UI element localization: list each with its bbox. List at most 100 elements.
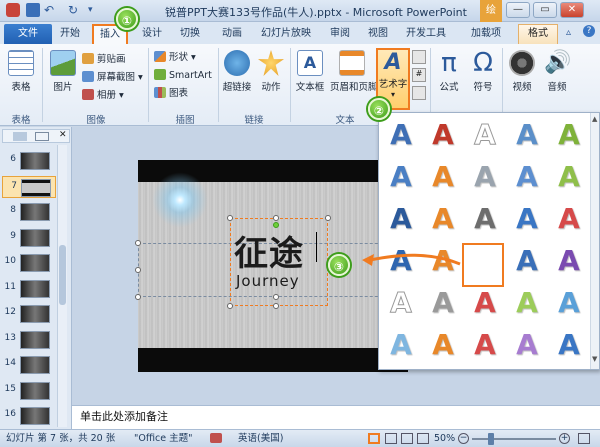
resize-handle[interactable] (325, 215, 331, 221)
tab-slideshow[interactable]: 幻灯片放映 (258, 25, 314, 43)
tab-transitions[interactable]: 切换 (176, 25, 204, 43)
sorter-view-icon[interactable] (385, 433, 397, 444)
rotate-handle[interactable] (273, 222, 279, 228)
wordart-style-option[interactable]: A (424, 284, 462, 322)
tab-file[interactable]: 文件 (4, 24, 52, 44)
date-time-icon[interactable] (412, 50, 426, 64)
slide-subtitle[interactable]: Journey (236, 272, 300, 290)
pane-scrollbar[interactable] (57, 145, 67, 427)
slide-thumbnail-item[interactable]: 7 (2, 175, 56, 198)
wordart-style-option[interactable]: A (466, 116, 504, 154)
wordart-style-option[interactable]: A (424, 158, 462, 196)
equation-button[interactable]: π 公式 (432, 48, 466, 108)
close-pane-icon[interactable]: ✕ (59, 130, 67, 140)
wordart-style-option[interactable]: A (424, 326, 462, 364)
picture-button[interactable]: 图片 (46, 48, 80, 108)
wordart-style-option[interactable]: A (550, 242, 588, 280)
tab-animations[interactable]: 动画 (218, 25, 246, 43)
wordart-style-option[interactable]: A (550, 200, 588, 238)
tab-format[interactable]: 格式 (518, 24, 558, 44)
resize-handle[interactable] (135, 267, 141, 273)
header-footer-button[interactable]: 页眉和页脚 (330, 48, 378, 108)
wordart-style-option[interactable]: A (508, 326, 546, 364)
chart-button[interactable]: 图表 (154, 86, 188, 102)
save-icon[interactable] (26, 3, 40, 17)
pane-scroll-thumb[interactable] (59, 245, 66, 305)
resize-handle[interactable] (273, 294, 279, 300)
audio-button[interactable]: 🔊 音频 (540, 48, 574, 108)
wordart-style-option[interactable]: A (382, 158, 420, 196)
slideshow-view-icon[interactable] (417, 433, 429, 444)
resize-handle[interactable] (135, 294, 141, 300)
slide-thumbnail-item[interactable]: 9 (2, 227, 56, 249)
customize-qat-icon[interactable]: ▾ (88, 3, 102, 17)
scroll-up-icon[interactable]: ▲ (592, 115, 597, 123)
wordart-style-option[interactable]: A (508, 158, 546, 196)
zoom-slider-thumb[interactable] (488, 433, 494, 445)
clipart-button[interactable]: 剪贴画 (82, 52, 126, 68)
resize-handle[interactable] (227, 303, 233, 309)
zoom-slider[interactable] (472, 438, 556, 440)
minimize-button[interactable]: — (506, 2, 530, 18)
wordart-style-option[interactable]: A (508, 116, 546, 154)
slide-thumbnail-item[interactable]: 8 (2, 201, 56, 223)
wordart-style-option[interactable]: A (508, 284, 546, 322)
restore-button[interactable]: ▭ (533, 2, 557, 18)
tab-addins[interactable]: 加载项 (466, 25, 506, 43)
slides-tab-icon[interactable] (13, 132, 27, 141)
language[interactable]: 英语(美国) (238, 430, 283, 447)
symbol-button[interactable]: Ω 符号 (466, 48, 500, 108)
album-button[interactable]: 相册 ▾ (82, 88, 124, 104)
fit-to-window-icon[interactable] (578, 433, 590, 444)
resize-handle[interactable] (273, 303, 279, 309)
redo-icon[interactable]: ↻ (68, 3, 82, 17)
app-icon[interactable] (6, 3, 20, 17)
textbox-button[interactable]: A 文本框 (293, 48, 327, 108)
resize-handle[interactable] (273, 215, 279, 221)
undo-icon[interactable]: ↶ (44, 3, 58, 17)
reading-view-icon[interactable] (401, 433, 413, 444)
wordart-style-option[interactable]: A (550, 158, 588, 196)
resize-handle[interactable] (135, 240, 141, 246)
tab-home[interactable]: 开始 (54, 25, 86, 43)
wordart-style-option[interactable]: A (382, 326, 420, 364)
slide-thumbnail-item[interactable]: 12 (2, 303, 56, 325)
smartart-button[interactable]: SmartArt (154, 68, 212, 84)
normal-view-icon[interactable] (368, 433, 380, 444)
resize-handle[interactable] (227, 215, 233, 221)
slide-thumbnail-item[interactable]: 6 (2, 150, 56, 172)
gallery-scrollbar[interactable]: ▲ ▼ (590, 113, 599, 369)
shapes-button[interactable]: 形状 ▾ (154, 50, 196, 66)
wordart-style-option[interactable]: A (508, 242, 546, 280)
wordart-style-option[interactable]: A (550, 284, 588, 322)
wordart-style-option[interactable]: A (466, 284, 504, 322)
wordart-style-option[interactable]: A (508, 200, 546, 238)
wordart-style-option[interactable]: A (424, 116, 462, 154)
action-button[interactable]: 动作 (254, 48, 288, 108)
slide-number-icon[interactable]: # (412, 68, 426, 82)
close-button[interactable]: ✕ (560, 2, 584, 18)
wordart-style-option[interactable]: A (382, 200, 420, 238)
wordart-style-option[interactable]: A (382, 116, 420, 154)
wordart-style-option[interactable]: A (550, 326, 588, 364)
outline-tab-icon[interactable] (35, 132, 49, 141)
tab-review[interactable]: 审阅 (326, 25, 354, 43)
slide-title-wordart[interactable]: 征途 (234, 226, 304, 275)
spellcheck-icon[interactable] (210, 433, 222, 443)
wordart-style-option[interactable]: A (466, 158, 504, 196)
wordart-style-option[interactable]: A (466, 200, 504, 238)
wordart-style-option[interactable]: A (550, 116, 588, 154)
zoom-out-icon[interactable]: − (458, 433, 469, 444)
zoom-in-icon[interactable]: + (559, 433, 570, 444)
wordart-style-option[interactable]: A (424, 200, 462, 238)
notes-pane[interactable]: 单击此处添加备注 (72, 405, 600, 429)
tab-developer[interactable]: 开发工具 (404, 25, 448, 43)
tab-view[interactable]: 视图 (364, 25, 392, 43)
slide-thumbnail-item[interactable]: 16 (2, 405, 56, 427)
screenshot-button[interactable]: 屏幕截图 ▾ (82, 70, 143, 86)
video-button[interactable]: 视频 (505, 48, 539, 108)
slide-thumbnail-item[interactable]: 11 (2, 278, 56, 300)
zoom-level[interactable]: 50% (434, 430, 455, 447)
theme-name[interactable]: "Office 主题" (134, 430, 193, 447)
scroll-down-icon[interactable]: ▼ (592, 355, 597, 363)
